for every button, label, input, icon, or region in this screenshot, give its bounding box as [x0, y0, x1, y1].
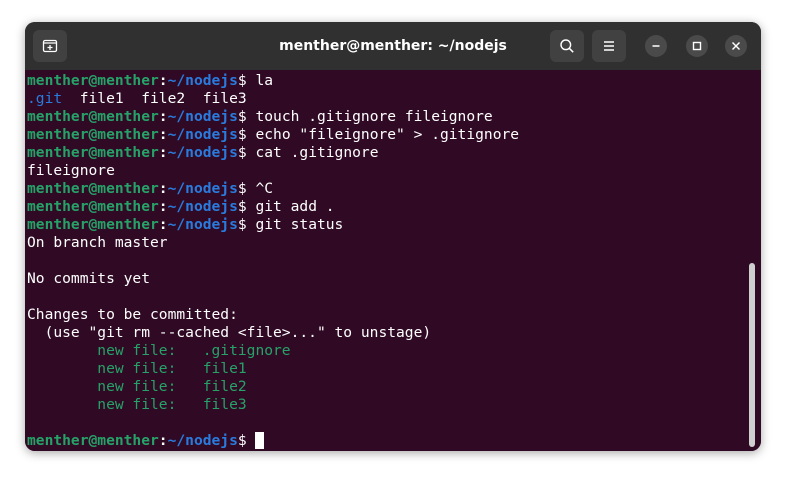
prompt-path: ~/nodejs	[167, 198, 238, 215]
staged-file: new file: .gitignore	[27, 342, 291, 359]
terminal-line: .git file1 file2 file3	[27, 90, 519, 108]
menu-button[interactable]	[592, 30, 626, 62]
command-text: ^C	[246, 180, 274, 197]
staged-file-line: new file: .gitignore	[27, 342, 519, 360]
prompt-dollar: $	[237, 144, 247, 161]
prompt-separator: :	[158, 72, 168, 89]
prompt-path: ~/nodejs	[167, 126, 238, 143]
scrollbar-thumb[interactable]	[749, 263, 755, 447]
staged-file-line: new file: file2	[27, 378, 519, 396]
prompt-separator: :	[158, 432, 168, 449]
terminal-line: fileignore	[27, 162, 519, 180]
search-icon	[560, 39, 574, 53]
new-tab-button[interactable]	[33, 30, 67, 62]
terminal-line: No commits yet	[27, 270, 519, 288]
maximize-icon	[692, 41, 702, 51]
terminal-line: Changes to be committed:	[27, 306, 519, 324]
close-icon	[732, 42, 740, 50]
text-cursor	[255, 432, 265, 449]
prompt-user: menther@menther	[27, 126, 159, 143]
terminal-window: menther@menther: ~/nodejs menther@menthe…	[25, 22, 761, 451]
prompt-user: menther@menther	[27, 216, 159, 233]
maximize-button[interactable]	[686, 35, 708, 57]
ls-directory: .git	[27, 90, 63, 107]
prompt-dollar: $	[237, 126, 247, 143]
output-text: (use "git rm --cached <file>..." to unst…	[27, 324, 432, 341]
terminal-line: On branch master	[27, 234, 519, 252]
prompt-path: ~/nodejs	[167, 108, 238, 125]
prompt-user: menther@menther	[27, 72, 159, 89]
ls-files: file1 file2 file3	[62, 90, 247, 107]
minimize-icon	[652, 45, 660, 47]
prompt-dollar: $	[237, 72, 247, 89]
staged-file: new file: file3	[27, 396, 247, 413]
terminal-line-active[interactable]: menther@menther:~/nodejs$	[27, 432, 519, 450]
staged-file-line: new file: file1	[27, 360, 519, 378]
staged-file: new file: file2	[27, 378, 247, 395]
prompt-dollar: $	[237, 216, 247, 233]
terminal-line: menther@menther:~/nodejs$ git status	[27, 216, 519, 234]
terminal-line: (use "git rm --cached <file>..." to unst…	[27, 324, 519, 342]
prompt-user: menther@menther	[27, 180, 159, 197]
prompt-separator: :	[158, 180, 168, 197]
prompt-user: menther@menther	[27, 108, 159, 125]
prompt-separator: :	[158, 144, 168, 161]
search-button[interactable]	[550, 30, 584, 62]
prompt-separator: :	[158, 108, 168, 125]
prompt-user: menther@menther	[27, 144, 159, 161]
prompt-user: menther@menther	[27, 432, 159, 449]
command-text: touch .gitignore fileignore	[246, 108, 493, 125]
staged-file-line: new file: file3	[27, 396, 519, 414]
hamburger-menu-icon	[604, 41, 614, 51]
prompt-dollar: $	[237, 108, 247, 125]
command-text: git add .	[246, 198, 335, 215]
minimize-button[interactable]	[645, 35, 667, 57]
terminal-line: menther@menther:~/nodejs$ la	[27, 72, 519, 90]
command-text: la	[246, 72, 274, 89]
prompt-separator: :	[158, 198, 168, 215]
prompt-dollar: $	[237, 198, 247, 215]
title-bar[interactable]: menther@menther: ~/nodejs	[25, 22, 761, 70]
terminal-line: menther@menther:~/nodejs$ ^C	[27, 180, 519, 198]
output-text: Changes to be committed:	[27, 306, 238, 323]
command-text: echo "fileignore" > .gitignore	[246, 126, 520, 143]
terminal-line: menther@menther:~/nodejs$ echo "fileigno…	[27, 126, 519, 144]
staged-file: new file: file1	[27, 360, 247, 377]
close-button[interactable]	[725, 35, 747, 57]
command-input[interactable]	[247, 432, 256, 449]
prompt-path: ~/nodejs	[167, 144, 238, 161]
prompt-path: ~/nodejs	[167, 432, 238, 449]
prompt-dollar: $	[237, 180, 247, 197]
output-text: fileignore	[27, 162, 115, 179]
prompt-path: ~/nodejs	[167, 216, 238, 233]
output-text: No commits yet	[27, 270, 151, 287]
command-text: cat .gitignore	[246, 144, 379, 161]
prompt-dollar: $	[237, 432, 247, 449]
prompt-separator: :	[158, 216, 168, 233]
terminal-line: menther@menther:~/nodejs$ git add .	[27, 198, 519, 216]
prompt-separator: :	[158, 126, 168, 143]
output-text: On branch master	[27, 234, 168, 251]
terminal-line: menther@menther:~/nodejs$ touch .gitigno…	[27, 108, 519, 126]
terminal-line: menther@menther:~/nodejs$ cat .gitignore	[27, 144, 519, 162]
terminal-output[interactable]: menther@menther:~/nodejs$ la .git file1 …	[25, 70, 761, 451]
prompt-path: ~/nodejs	[167, 180, 238, 197]
prompt-path: ~/nodejs	[167, 72, 238, 89]
prompt-user: menther@menther	[27, 198, 159, 215]
new-tab-icon	[42, 39, 58, 53]
command-text: git status	[246, 216, 344, 233]
